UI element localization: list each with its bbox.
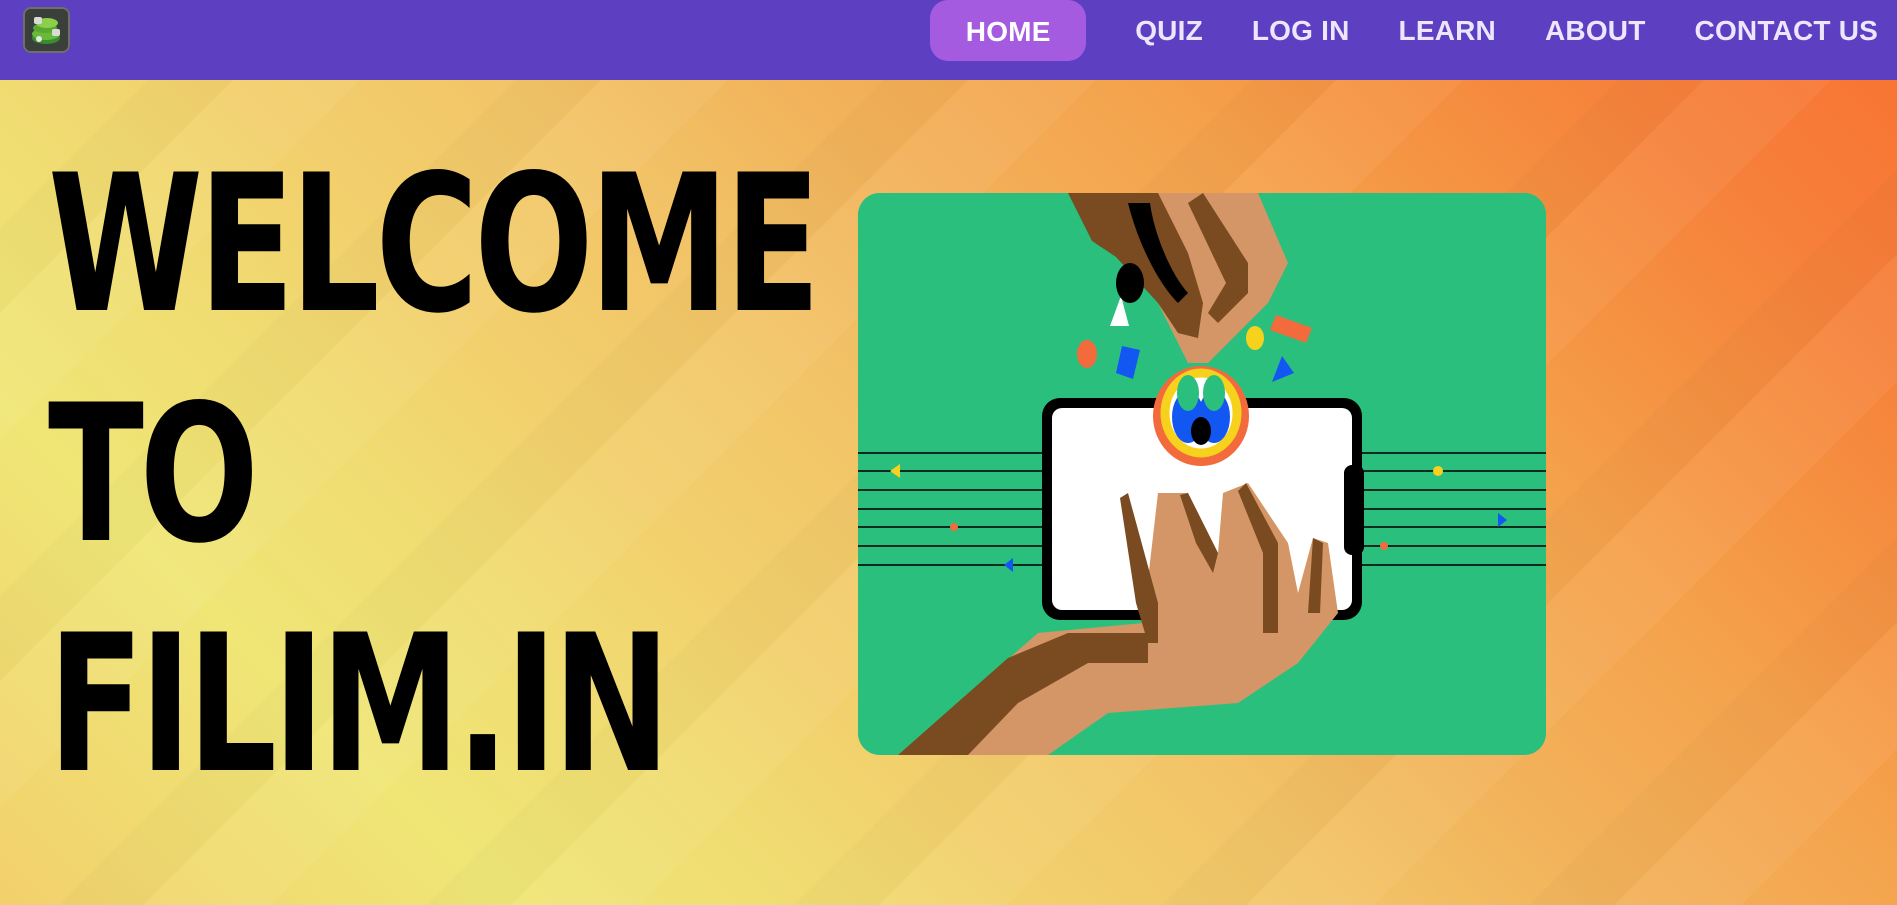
nav-log-in[interactable]: LOG IN: [1252, 0, 1350, 63]
hands-phone-illustration-icon: [858, 193, 1546, 755]
hero-illustration-card: [858, 193, 1546, 755]
nav-contact-us[interactable]: CONTACT US: [1695, 0, 1878, 63]
welcome-line-2: TO: [48, 364, 259, 585]
welcome-line-3: FILIM.IN: [48, 594, 670, 815]
nav-learn[interactable]: LEARN: [1399, 0, 1496, 63]
nav-home[interactable]: HOME: [930, 0, 1087, 61]
top-navbar: HOME QUIZ LOG IN LEARN ABOUT CONTACT US: [0, 0, 1897, 80]
nav-about[interactable]: ABOUT: [1545, 0, 1646, 63]
main-nav: HOME QUIZ LOG IN LEARN ABOUT CONTACT US: [930, 0, 1878, 61]
site-logo-icon[interactable]: [23, 7, 70, 53]
welcome-heading: WELCOME TO FILIM.IN: [48, 130, 821, 820]
nav-quiz[interactable]: QUIZ: [1135, 0, 1203, 63]
welcome-line-1: WELCOME: [48, 134, 821, 355]
